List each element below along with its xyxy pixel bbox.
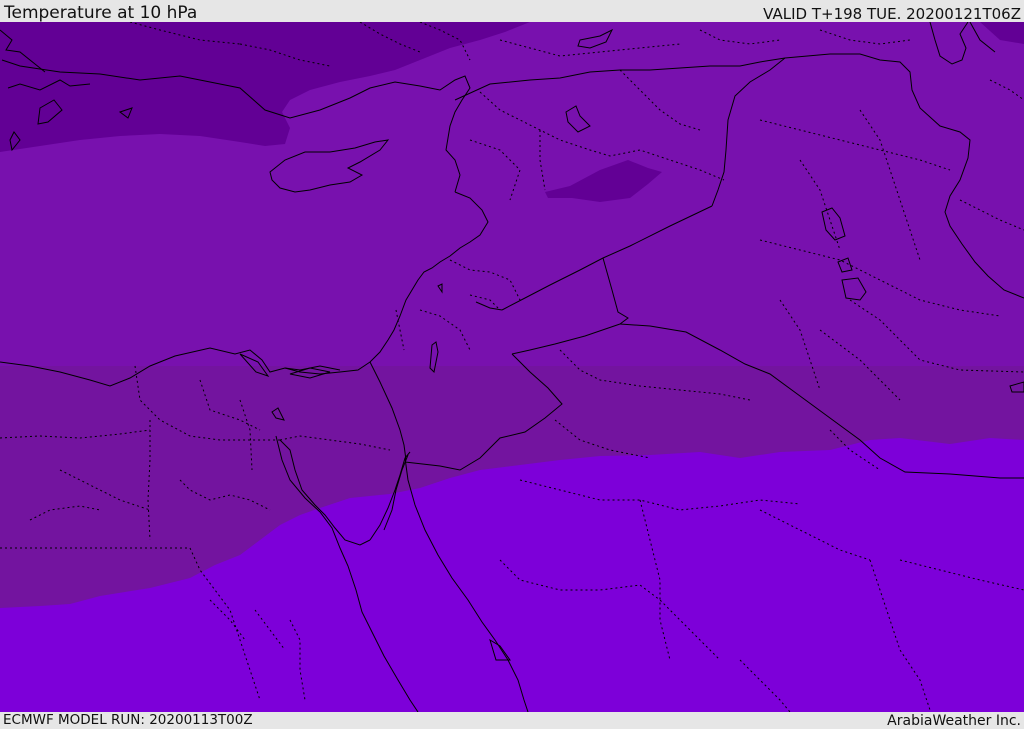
valid-time: VALID T+198 TUE. 20200121T06Z [763,5,1021,23]
weather-map-frame: Temperature at 10 hPa VALID T+198 TUE. 2… [0,0,1024,729]
footer-bar: ECMWF MODEL RUN: 20200113T00Z ArabiaWeat… [0,712,1024,729]
model-run-label: ECMWF MODEL RUN: 20200113T00Z [3,712,253,728]
header-bar: Temperature at 10 hPa VALID T+198 TUE. 2… [0,0,1024,23]
credit-label: ArabiaWeather Inc. [887,713,1021,729]
map-svg [0,22,1024,712]
map-title: Temperature at 10 hPa [4,3,198,23]
map-area [0,22,1024,712]
